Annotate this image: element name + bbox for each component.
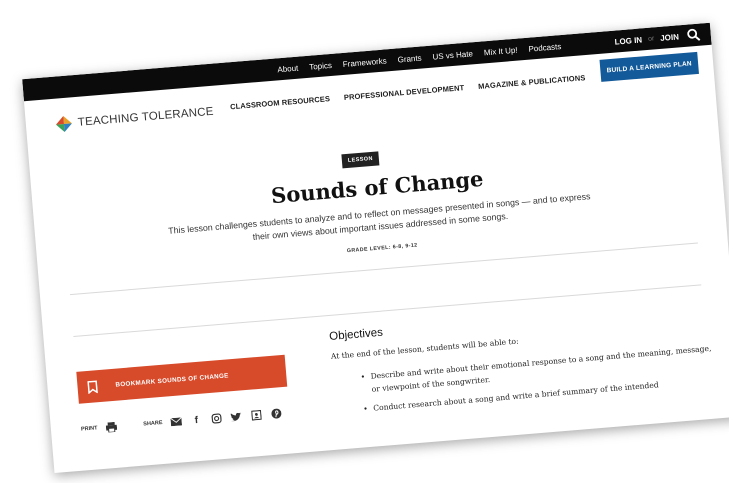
google-classroom-icon[interactable] [250, 409, 263, 422]
bookmark-label: BOOKMARK SOUNDS OF CHANGE [115, 371, 229, 389]
utility-link-about[interactable]: About [277, 64, 299, 75]
utility-link-frameworks[interactable]: Frameworks [342, 56, 387, 69]
search-icon[interactable] [686, 28, 701, 43]
utility-link-grants[interactable]: Grants [397, 54, 422, 65]
logo-mark-icon [55, 116, 72, 133]
facebook-icon[interactable]: f [190, 414, 203, 427]
instagram-icon[interactable] [210, 412, 223, 425]
utility-link-us-vs-hate[interactable]: US vs Hate [432, 49, 473, 61]
logo-text: TEACHING TOLERANCE [77, 105, 215, 129]
nav-classroom-resources[interactable]: CLASSROOM RESOURCES [230, 94, 331, 111]
bookmark-button[interactable]: BOOKMARK SOUNDS OF CHANGE [76, 354, 288, 404]
share-label: SHARE [143, 419, 163, 428]
twitter-icon[interactable] [230, 410, 243, 423]
objectives-heading: Objectives [328, 326, 384, 343]
nav-magazine-publications[interactable]: MAGAZINE & PUBLICATIONS [478, 73, 586, 91]
join-link[interactable]: JOIN [660, 32, 679, 42]
nav-professional-development[interactable]: PROFESSIONAL DEVELOPMENT [344, 83, 465, 102]
utility-links: About Topics Frameworks Grants US vs Hat… [277, 42, 562, 74]
print-label: PRINT [80, 425, 98, 433]
lesson-badge: LESSON [341, 151, 380, 169]
site-logo[interactable]: TEACHING TOLERANCE [55, 104, 214, 133]
email-icon[interactable] [170, 415, 183, 428]
print-icon[interactable] [105, 421, 118, 434]
screenshot-stage: About Topics Frameworks Grants US vs Hat… [0, 0, 729, 483]
pinterest-icon[interactable] [270, 407, 283, 420]
utility-link-topics[interactable]: Topics [309, 61, 332, 72]
webpage-card: About Topics Frameworks Grants US vs Hat… [22, 22, 729, 473]
build-learning-plan-button[interactable]: BUILD A LEARNING PLAN [599, 51, 699, 82]
utility-link-mix-it-up[interactable]: Mix It Up! [483, 46, 517, 58]
login-link[interactable]: LOG IN [614, 35, 642, 46]
divider-bottom [73, 284, 702, 337]
auth-separator: or [647, 35, 655, 43]
utility-link-podcasts[interactable]: Podcasts [528, 42, 562, 54]
auth-links: LOG IN or JOIN [614, 32, 679, 46]
print-share-row: PRINT SHARE f [81, 407, 283, 435]
bookmark-icon [77, 379, 108, 394]
